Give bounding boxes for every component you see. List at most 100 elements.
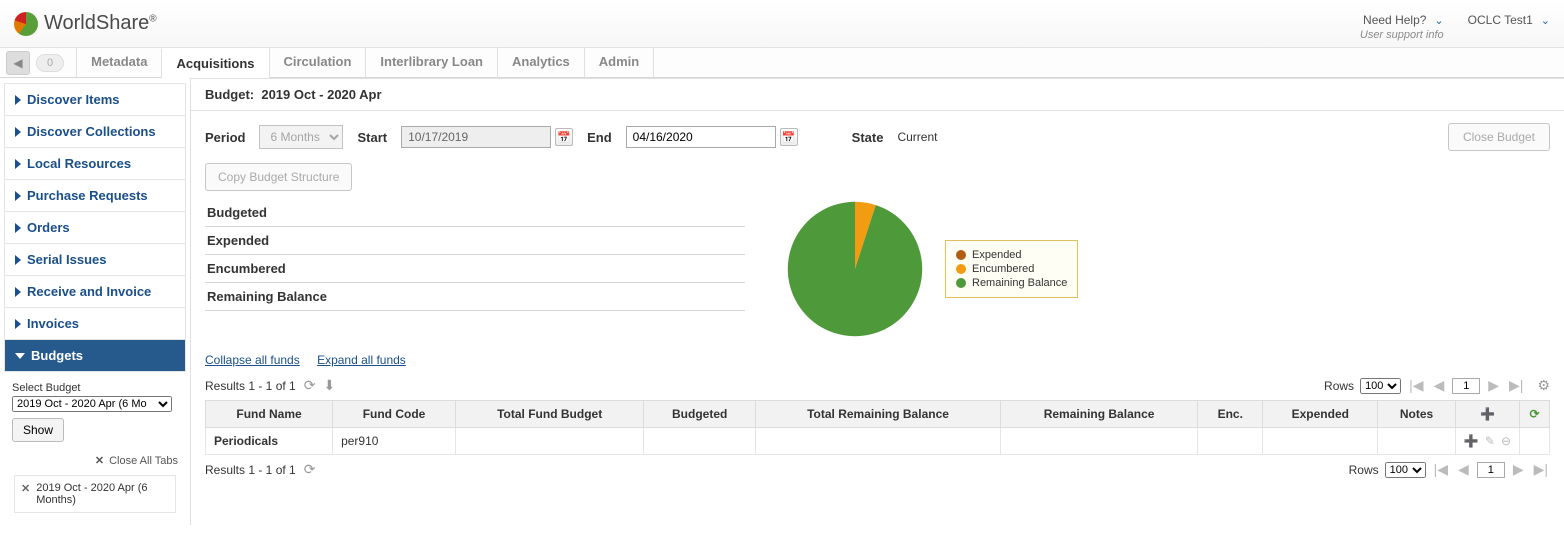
summary-encumbered-row: Encumbered [205, 255, 745, 283]
pie-slice-remaining-balance [788, 202, 922, 336]
cell [644, 428, 756, 455]
page-next-icon[interactable]: ▶ [1486, 377, 1501, 394]
sidebar-item-invoices[interactable]: Invoices [4, 307, 186, 340]
period-label: Period [205, 130, 245, 145]
th-total-remaining-balance[interactable]: Total Remaining Balance [755, 401, 1000, 428]
history-back-button[interactable]: ◀ [6, 51, 30, 75]
sidebar: Discover ItemsDiscover Collections Local … [0, 78, 190, 525]
th-total-fund-budget[interactable]: Total Fund Budget [455, 401, 643, 428]
legend-swatch-expended [956, 250, 966, 260]
tab-metadata[interactable]: Metadata [76, 48, 161, 78]
sidebar-item-discover-collections[interactable]: Discover Collections [4, 115, 186, 148]
rows-label: Rows [1349, 463, 1379, 477]
legend-encumbered-label: Encumbered [972, 263, 1034, 275]
main-tabs: ◀ 0 MetadataAcquisitionsCirculationInter… [0, 48, 1564, 78]
sidebar-item-orders[interactable]: Orders [4, 211, 186, 244]
worldshare-logo-icon [14, 12, 38, 36]
calendar-icon[interactable]: 📅 [780, 128, 798, 146]
page-last-icon[interactable]: ▶| [1507, 377, 1525, 394]
edit-icon[interactable]: ✎ [1485, 434, 1495, 448]
select-budget-dropdown[interactable]: 2019 Oct - 2020 Apr (6 Mo [12, 396, 172, 412]
end-date-input[interactable] [626, 126, 776, 148]
need-help-menu[interactable]: Need Help?⌄ User support info [1360, 13, 1444, 41]
table-row[interactable]: Periodicalsper910➕✎⊖ [206, 428, 1550, 455]
page-first-icon[interactable]: |◀ [1407, 377, 1425, 394]
close-budget-button: Close Budget [1448, 123, 1550, 151]
tab-circulation[interactable]: Circulation [269, 48, 366, 78]
remove-icon[interactable]: ⊖ [1501, 434, 1511, 448]
page-input[interactable] [1452, 378, 1480, 394]
end-label: End [587, 130, 612, 145]
th-enc-[interactable]: Enc. [1198, 401, 1263, 428]
chart-legend: Expended Encumbered Remaining Balance [945, 240, 1078, 298]
tab-admin[interactable]: Admin [584, 48, 654, 78]
legend-swatch-encumbered [956, 264, 966, 274]
th-remaining-balance[interactable]: Remaining Balance [1001, 401, 1198, 428]
refresh-icon[interactable]: ⟳ [304, 461, 316, 478]
close-icon[interactable]: ✕ [21, 482, 30, 495]
show-button[interactable]: Show [12, 418, 64, 442]
add-icon[interactable]: ➕ [1480, 407, 1495, 421]
th-fund-name[interactable]: Fund Name [206, 401, 333, 428]
page-last-icon[interactable]: ▶| [1532, 461, 1550, 478]
th-budgeted[interactable]: Budgeted [644, 401, 756, 428]
legend-swatch-remaining [956, 278, 966, 288]
chevron-right-icon [15, 95, 21, 105]
rows-select[interactable]: 100 [1385, 462, 1426, 478]
download-icon[interactable]: ⬇ [323, 377, 335, 394]
close-all-tabs-link[interactable]: ✕ Close All Tabs [12, 454, 178, 467]
calendar-icon[interactable]: 📅 [555, 128, 573, 146]
chevron-down-icon [15, 353, 25, 359]
page-next-icon[interactable]: ▶ [1511, 461, 1526, 478]
tab-acquisitions[interactable]: Acquisitions [161, 48, 268, 78]
refresh-column-icon[interactable]: ⟳ [1529, 407, 1539, 421]
funds-table: Fund NameFund CodeTotal Fund BudgetBudge… [205, 400, 1550, 455]
close-icon: ✕ [95, 455, 104, 467]
cell: per910 [333, 428, 456, 455]
refresh-icon[interactable]: ⟳ [304, 377, 316, 394]
period-select: 6 Months [259, 125, 343, 149]
th-expended[interactable]: Expended [1263, 401, 1378, 428]
results-text: Results 1 - 1 of 1 [205, 463, 296, 477]
sidebar-item-budgets[interactable]: Budgets [4, 339, 186, 372]
state-label: State [852, 130, 884, 145]
rows-select[interactable]: 100 [1360, 378, 1401, 394]
page-input[interactable] [1477, 462, 1505, 478]
content-area: Budget: 2019 Oct - 2020 Apr Period 6 Mon… [190, 78, 1564, 525]
gear-icon[interactable]: ⚙ [1537, 377, 1550, 394]
sidebar-item-label: Orders [27, 220, 70, 235]
chevron-down-icon: ⌄ [1434, 15, 1443, 27]
sidebar-item-label: Local Resources [27, 156, 131, 171]
page-prev-icon[interactable]: ◀ [1431, 377, 1446, 394]
select-budget-label: Select Budget [12, 382, 178, 394]
rows-label: Rows [1324, 379, 1354, 393]
add-icon[interactable]: ➕ [1464, 434, 1479, 448]
summary-budgeted-row: Budgeted [205, 199, 745, 227]
pie-chart-svg [785, 199, 925, 339]
expand-all-funds-link[interactable]: Expand all funds [317, 353, 406, 367]
sidebar-item-discover-items[interactable]: Discover Items [4, 83, 186, 116]
th-fund-code[interactable]: Fund Code [333, 401, 456, 428]
page-prev-icon[interactable]: ◀ [1456, 461, 1471, 478]
sidebar-item-receive-and-invoice[interactable]: Receive and Invoice [4, 275, 186, 308]
results-bar-bottom: Results 1 - 1 of 1 ⟳ Rows 100 |◀ ◀ ▶ ▶| [191, 457, 1564, 482]
page-first-icon[interactable]: |◀ [1432, 461, 1450, 478]
cell [1263, 428, 1378, 455]
support-info-text: User support info [1360, 29, 1444, 41]
sidebar-item-label: Invoices [27, 316, 79, 331]
sidebar-item-serial-issues[interactable]: Serial Issues [4, 243, 186, 276]
budget-selector-panel: Select Budget 2019 Oct - 2020 Apr (6 Mo … [4, 372, 186, 519]
tab-analytics[interactable]: Analytics [497, 48, 584, 78]
collapse-all-funds-link[interactable]: Collapse all funds [205, 353, 300, 367]
chevron-right-icon [15, 191, 21, 201]
th-notes[interactable]: Notes [1378, 401, 1456, 428]
sidebar-item-local-resources[interactable]: Local Resources [4, 147, 186, 180]
open-tab-label: 2019 Oct - 2020 Apr (6 Months) [36, 482, 169, 506]
user-menu[interactable]: OCLC Test1⌄ [1468, 13, 1550, 27]
chevron-right-icon [15, 287, 21, 297]
budget-controls: Period 6 Months Start 📅 End 📅 State Curr… [191, 111, 1564, 163]
sidebar-item-purchase-requests[interactable]: Purchase Requests [4, 179, 186, 212]
sidebar-item-label: Serial Issues [27, 252, 107, 267]
open-budget-tab[interactable]: ✕ 2019 Oct - 2020 Apr (6 Months) [14, 475, 176, 513]
tab-interlibrary-loan[interactable]: Interlibrary Loan [365, 48, 497, 78]
